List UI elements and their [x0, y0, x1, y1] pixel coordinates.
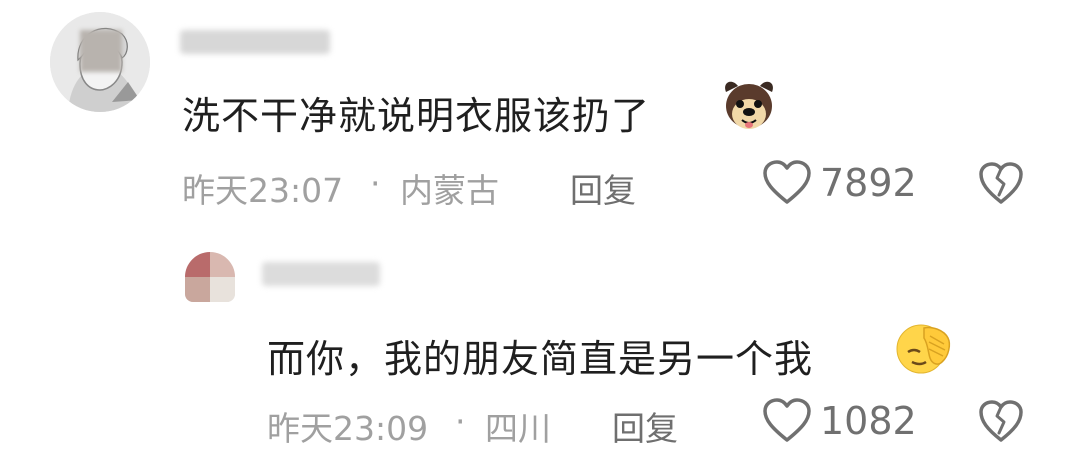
like-button[interactable]: 1082: [762, 398, 917, 444]
comment-text: 而你，我的朋友简直是另一个我: [267, 337, 814, 381]
dislike-button[interactable]: [978, 400, 1024, 448]
comment-item-1: 洗不干净就说明衣服该扔了 昨天23:07 · 内蒙古 回复 7892: [0, 0, 1080, 230]
dislike-button[interactable]: [978, 162, 1024, 210]
comment-time: 昨天23:09: [267, 409, 429, 448]
avatar[interactable]: [185, 252, 235, 302]
heart-icon: [763, 160, 811, 204]
reply-button[interactable]: 回复: [570, 164, 636, 212]
comment-location: 四川: [485, 409, 551, 448]
dot-separator: ·: [370, 164, 381, 203]
comment-location: 内蒙古: [400, 171, 499, 210]
like-button[interactable]: 7892: [762, 160, 917, 206]
broken-heart-icon: [979, 162, 1023, 204]
avatar[interactable]: [50, 12, 150, 112]
comment-text: 洗不干净就说明衣服该扔了: [182, 94, 651, 138]
broken-heart-icon: [979, 400, 1023, 442]
like-count: 7892: [820, 161, 917, 205]
comment-time: 昨天23:07: [182, 171, 344, 210]
like-count: 1082: [820, 399, 917, 443]
face-palm-icon: [894, 322, 952, 382]
username[interactable]: [180, 30, 330, 54]
dog-face-icon: [720, 78, 778, 140]
heart-icon: [763, 398, 811, 442]
username[interactable]: [262, 262, 380, 286]
reply-button[interactable]: 回复: [612, 402, 678, 450]
comment-item-2: 而你，我的朋友简直是另一个我 昨天23:09 · 四川 回复 1082: [0, 230, 1080, 476]
dot-separator: ·: [455, 402, 466, 441]
comment-thread: { "comments": [ { "text": "洗不干净就说明衣服该扔了"…: [0, 0, 1080, 476]
